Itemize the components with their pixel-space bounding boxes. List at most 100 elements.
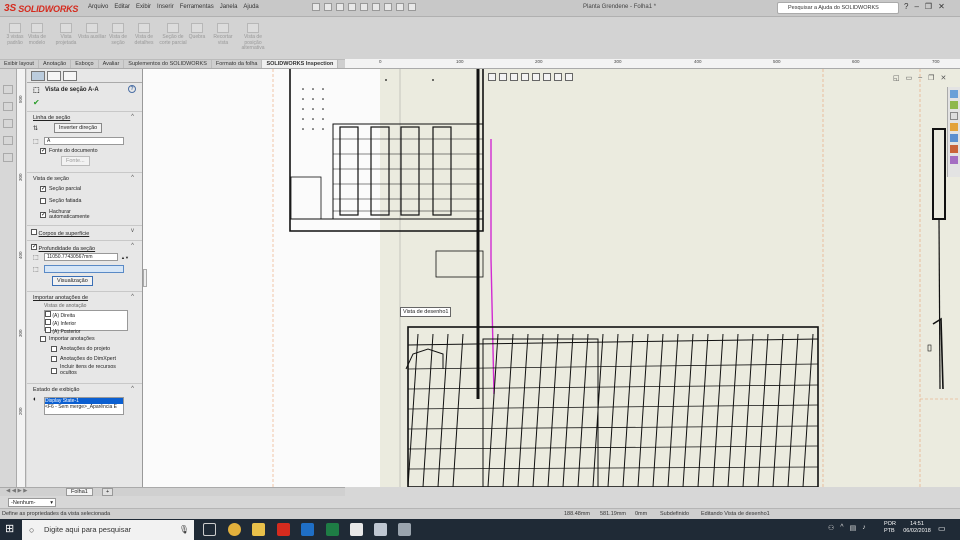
collapse-icon[interactable]: ^ bbox=[131, 243, 134, 249]
clock[interactable]: 14:51 06/02/2018 bbox=[902, 521, 932, 535]
open-icon[interactable] bbox=[324, 3, 332, 11]
zoom-area-icon[interactable] bbox=[499, 73, 507, 81]
annotation-views-list[interactable]: (A) Direita (A) Inferior (A) Posterior bbox=[44, 310, 128, 335]
excel-icon[interactable] bbox=[326, 523, 339, 536]
collapse-icon[interactable]: ^ bbox=[131, 294, 134, 300]
thickness-icon[interactable] bbox=[3, 136, 13, 145]
depth-input[interactable]: 11050.77430567mm bbox=[44, 253, 118, 261]
drawing-canvas[interactable] bbox=[143, 69, 960, 487]
import-annotations-header[interactable]: Importar anotações de ^ bbox=[27, 292, 142, 303]
chevron-up-icon[interactable]: ^ bbox=[840, 524, 843, 532]
font-button[interactable]: Fonte... bbox=[61, 156, 90, 166]
help-icon[interactable]: ? bbox=[128, 85, 136, 93]
custom-properties-icon[interactable] bbox=[950, 156, 958, 164]
display-style-icon[interactable] bbox=[565, 73, 573, 81]
tab-avaliar[interactable]: Avaliar bbox=[99, 60, 125, 68]
flip-direction-button[interactable]: Inverter direção bbox=[54, 123, 103, 133]
chrome-icon[interactable] bbox=[228, 523, 241, 536]
acrobat-icon[interactable] bbox=[350, 523, 363, 536]
options-icon[interactable] bbox=[408, 3, 416, 11]
dimxpert-checkbox[interactable] bbox=[51, 356, 57, 362]
ok-check-icon[interactable]: ✔ bbox=[27, 97, 142, 109]
app-icon[interactable] bbox=[374, 523, 387, 536]
redo-icon[interactable] bbox=[372, 3, 380, 11]
collapse-icon[interactable]: ^ bbox=[131, 386, 134, 392]
close-view-icon[interactable]: ✕ bbox=[940, 74, 946, 82]
sheet-tab-folha1[interactable]: Folha1 bbox=[66, 488, 93, 496]
menu-inserir[interactable]: Inserir bbox=[157, 4, 174, 10]
menu-janela[interactable]: Janela bbox=[220, 4, 238, 10]
depth-header[interactable]: Profundidade da seção^ bbox=[27, 241, 142, 252]
design-library-icon[interactable] bbox=[950, 112, 958, 120]
restore-icon[interactable]: ❐ bbox=[925, 2, 932, 11]
layer-select[interactable]: -Nenhum- ▾ bbox=[8, 498, 56, 507]
windows-start-icon[interactable]: ⊞ bbox=[5, 523, 17, 535]
tab-formato-folha[interactable]: Formato da folha bbox=[212, 60, 263, 68]
design-annotations-checkbox[interactable] bbox=[51, 346, 57, 352]
section-icon[interactable] bbox=[521, 73, 529, 81]
reference-selection-input[interactable] bbox=[44, 265, 124, 273]
chevron-down-icon[interactable]: ▾ bbox=[50, 499, 53, 507]
depth-checkbox[interactable] bbox=[31, 243, 37, 250]
taskbar-search-input[interactable]: ○ Digite aqui para pesquisar 🎙 bbox=[22, 520, 194, 540]
menu-arquivo[interactable]: Arquivo bbox=[88, 4, 108, 10]
doc-font-checkbox[interactable] bbox=[40, 147, 46, 154]
language-indicator[interactable]: POR PTB bbox=[884, 521, 896, 535]
tab-anotacao[interactable]: Anotação bbox=[39, 60, 72, 68]
collapse-icon[interactable]: ^ bbox=[131, 114, 134, 120]
cmd-crop-view[interactable]: Recortar vista bbox=[208, 23, 238, 46]
auto-hatch-checkbox[interactable] bbox=[40, 211, 46, 218]
menu-editar[interactable]: Editar bbox=[114, 4, 130, 10]
select-icon[interactable] bbox=[384, 3, 392, 11]
spinner-icon[interactable]: ▲▼ bbox=[121, 255, 129, 260]
new-window-icon[interactable]: ▭ bbox=[906, 74, 913, 82]
solidworks-logo[interactable]: 3S SOLIDWORKS bbox=[4, 2, 78, 15]
tab-inspection[interactable]: SOLIDWORKS Inspection bbox=[262, 60, 339, 68]
file-explorer-taskbar-icon[interactable] bbox=[252, 523, 265, 536]
minimize-icon[interactable]: – bbox=[914, 2, 918, 11]
view-palette-icon[interactable] bbox=[950, 134, 958, 142]
color-icon[interactable] bbox=[3, 119, 13, 128]
cmd-model-view[interactable]: Vista de modelo bbox=[22, 23, 52, 46]
new-icon[interactable] bbox=[312, 3, 320, 11]
cmd-alternate-position-view[interactable]: Vista de posição alternativa bbox=[237, 23, 269, 52]
tile-icon[interactable]: ◱ bbox=[893, 74, 900, 82]
add-sheet-icon[interactable]: + bbox=[102, 488, 114, 496]
hidden-features-checkbox[interactable] bbox=[51, 367, 57, 374]
surface-bodies-checkbox[interactable] bbox=[31, 229, 37, 235]
feature-manager-tab-icon[interactable] bbox=[31, 71, 45, 81]
notifications-icon[interactable]: ▭ bbox=[938, 524, 946, 533]
rebuild-icon[interactable] bbox=[396, 3, 404, 11]
refresh-icon[interactable] bbox=[543, 73, 551, 81]
list-item[interactable]: (A) Direita bbox=[45, 311, 127, 319]
view-checkbox[interactable] bbox=[45, 311, 51, 317]
list-item[interactable]: (A) Inferior bbox=[45, 319, 127, 327]
close-icon[interactable]: ✕ bbox=[938, 2, 945, 11]
menu-ajuda[interactable]: Ajuda bbox=[243, 4, 258, 10]
appearances-icon[interactable] bbox=[950, 145, 958, 153]
minimize-view-icon[interactable]: – bbox=[918, 74, 922, 82]
menu-exibir[interactable]: Exibir bbox=[136, 4, 151, 10]
task-view-icon[interactable] bbox=[203, 523, 216, 536]
print-icon[interactable] bbox=[348, 3, 356, 11]
restore-view-icon[interactable]: ❐ bbox=[928, 74, 934, 82]
solidworks-taskbar-icon[interactable] bbox=[277, 523, 290, 536]
tab-exibir-layout[interactable]: Exibir layout bbox=[0, 60, 39, 68]
tab-esboco[interactable]: Esboço bbox=[71, 60, 99, 68]
zoom-fit-icon[interactable] bbox=[488, 73, 496, 81]
hide-show-icon[interactable] bbox=[554, 73, 562, 81]
expand-icon[interactable]: v bbox=[131, 228, 134, 234]
save-icon[interactable] bbox=[336, 3, 344, 11]
partial-section-checkbox[interactable] bbox=[40, 185, 46, 192]
preview-button[interactable]: Visualização bbox=[52, 276, 93, 286]
section-label-input[interactable]: A bbox=[44, 137, 124, 145]
network-icon[interactable]: ▤ bbox=[850, 524, 857, 532]
splitter-handle[interactable] bbox=[143, 269, 147, 287]
previous-view-icon[interactable] bbox=[510, 73, 518, 81]
property-manager-tab-icon[interactable] bbox=[47, 71, 61, 81]
rotate-icon[interactable] bbox=[532, 73, 540, 81]
app-icon[interactable] bbox=[398, 523, 411, 536]
help-search-input[interactable]: Pesquisar a Ajuda do SOLIDWORKS bbox=[777, 2, 899, 14]
home-icon[interactable] bbox=[950, 90, 958, 98]
layer-icon[interactable] bbox=[3, 85, 13, 94]
